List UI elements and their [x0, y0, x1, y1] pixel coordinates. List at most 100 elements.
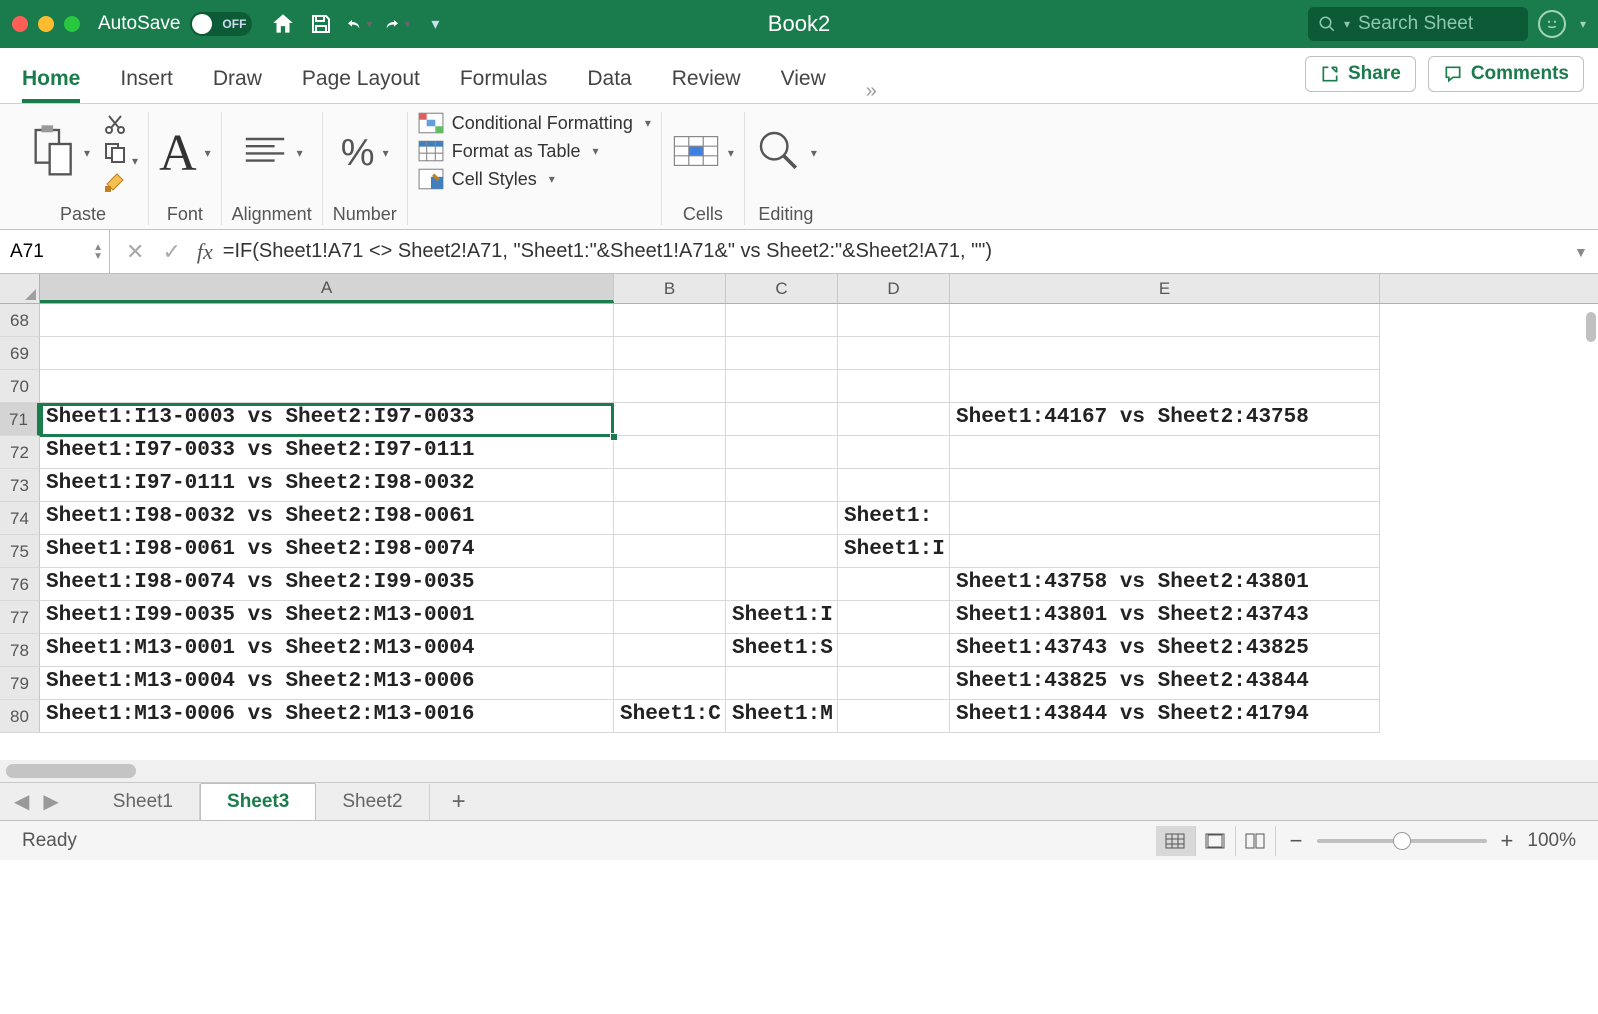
cell[interactable] [838, 601, 950, 634]
font-button[interactable]: A [159, 124, 197, 183]
cell[interactable]: Sheet1: [838, 502, 950, 535]
alignment-button[interactable] [241, 131, 289, 176]
font-dropdown[interactable]: ▾ [205, 146, 211, 160]
cell[interactable]: Sheet1:43844 vs Sheet2:41794 [950, 700, 1380, 733]
cell[interactable] [950, 535, 1380, 568]
cell[interactable] [614, 436, 726, 469]
cell[interactable] [950, 337, 1380, 370]
maximize-window-button[interactable] [64, 16, 80, 32]
cell[interactable] [726, 370, 838, 403]
row-header[interactable]: 69 [0, 337, 40, 370]
cell[interactable]: Sheet1:43743 vs Sheet2:43825 [950, 634, 1380, 667]
cell[interactable] [838, 469, 950, 502]
cell[interactable] [614, 304, 726, 337]
cell[interactable] [40, 304, 614, 337]
format-as-table-button[interactable]: Format as Table ▾ [418, 140, 651, 162]
sheet-tab-sheet2[interactable]: Sheet2 [316, 784, 429, 820]
cell[interactable] [838, 667, 950, 700]
cells-dropdown[interactable]: ▾ [728, 146, 734, 160]
row-header[interactable]: 79 [0, 667, 40, 700]
more-tabs-icon[interactable]: » [866, 80, 877, 103]
cell[interactable] [614, 337, 726, 370]
cell[interactable] [726, 337, 838, 370]
cell[interactable] [726, 568, 838, 601]
search-sheet-input[interactable]: ▾ Search Sheet [1308, 7, 1528, 41]
cell[interactable] [614, 370, 726, 403]
cell[interactable] [838, 436, 950, 469]
formula-input[interactable]: =IF(Sheet1!A71 <> Sheet2!A71, "Sheet1:"&… [223, 240, 1574, 263]
tab-formulas[interactable]: Formulas [460, 67, 548, 103]
cell[interactable] [838, 634, 950, 667]
row-header[interactable]: 80 [0, 700, 40, 733]
cell[interactable]: Sheet1:C [614, 700, 726, 733]
row-header[interactable]: 76 [0, 568, 40, 601]
cell[interactable] [950, 304, 1380, 337]
cell[interactable] [838, 700, 950, 733]
cells-button[interactable] [672, 131, 720, 176]
horizontal-scrollbar-thumb[interactable] [6, 764, 136, 778]
tab-page-layout[interactable]: Page Layout [302, 67, 420, 103]
row-header[interactable]: 68 [0, 304, 40, 337]
cell[interactable]: Sheet1:I98-0032 vs Sheet2:I98-0061 [40, 502, 614, 535]
row-header[interactable]: 72 [0, 436, 40, 469]
cell[interactable] [726, 667, 838, 700]
cell[interactable] [950, 370, 1380, 403]
tab-view[interactable]: View [781, 67, 826, 103]
vertical-scrollbar-thumb[interactable] [1586, 312, 1596, 342]
redo-icon[interactable]: ▾ [384, 11, 410, 37]
alignment-dropdown[interactable]: ▾ [297, 146, 303, 160]
cell[interactable] [726, 469, 838, 502]
row-header[interactable]: 75 [0, 535, 40, 568]
paste-dropdown[interactable]: ▾ [84, 146, 90, 160]
cell[interactable]: Sheet1:I13-0003 vs Sheet2:I97-0033 [40, 403, 614, 436]
cell[interactable]: Sheet1:I98-0074 vs Sheet2:I99-0035 [40, 568, 614, 601]
row-header[interactable]: 78 [0, 634, 40, 667]
cell[interactable] [726, 502, 838, 535]
tab-home[interactable]: Home [22, 67, 80, 103]
cell[interactable] [838, 403, 950, 436]
conditional-formatting-button[interactable]: Conditional Formatting ▾ [418, 112, 651, 134]
cell[interactable]: Sheet1:I [838, 535, 950, 568]
save-icon[interactable] [308, 11, 334, 37]
name-box-stepper[interactable]: ▲▼ [93, 243, 103, 261]
col-header-A[interactable]: A [40, 274, 614, 303]
col-header-E[interactable]: E [950, 274, 1380, 303]
cell[interactable] [838, 337, 950, 370]
cell[interactable]: Sheet1:M13-0004 vs Sheet2:M13-0006 [40, 667, 614, 700]
sheet-tab-sheet3[interactable]: Sheet3 [200, 783, 316, 820]
paste-button[interactable] [28, 123, 76, 184]
undo-icon[interactable]: ▾ [346, 11, 372, 37]
comments-button[interactable]: Comments [1428, 56, 1584, 92]
zoom-out-button[interactable]: − [1290, 828, 1303, 854]
sheet-nav-next-icon[interactable]: ▶ [43, 789, 58, 814]
fx-icon[interactable]: fx [197, 239, 213, 265]
feedback-icon[interactable] [1538, 10, 1566, 38]
cancel-formula-icon[interactable]: ✕ [126, 239, 144, 265]
cell[interactable]: Sheet1:I99-0035 vs Sheet2:M13-0001 [40, 601, 614, 634]
cell[interactable] [838, 568, 950, 601]
cell[interactable]: Sheet1:I97-0033 vs Sheet2:I97-0111 [40, 436, 614, 469]
home-icon[interactable] [270, 11, 296, 37]
normal-view-button[interactable] [1156, 826, 1196, 856]
col-header-D[interactable]: D [838, 274, 950, 303]
format-painter-icon[interactable] [102, 170, 138, 199]
cell[interactable] [726, 403, 838, 436]
number-button[interactable]: % [341, 132, 375, 175]
row-header[interactable]: 70 [0, 370, 40, 403]
tab-data[interactable]: Data [587, 67, 631, 103]
cell[interactable]: Sheet1:I97-0111 vs Sheet2:I98-0032 [40, 469, 614, 502]
cell[interactable] [614, 634, 726, 667]
fill-handle[interactable] [610, 433, 618, 441]
page-layout-view-button[interactable] [1196, 826, 1236, 856]
cell[interactable] [726, 304, 838, 337]
editing-button[interactable] [755, 127, 803, 180]
name-box[interactable]: A71 ▲▼ [0, 230, 110, 273]
cell[interactable] [614, 403, 726, 436]
autosave-control[interactable]: AutoSave OFF [98, 12, 252, 36]
row-header[interactable]: 73 [0, 469, 40, 502]
cut-icon[interactable] [102, 112, 138, 141]
cell[interactable] [614, 601, 726, 634]
cell[interactable] [614, 502, 726, 535]
cell[interactable] [838, 304, 950, 337]
cell[interactable]: Sheet1:M13-0001 vs Sheet2:M13-0004 [40, 634, 614, 667]
